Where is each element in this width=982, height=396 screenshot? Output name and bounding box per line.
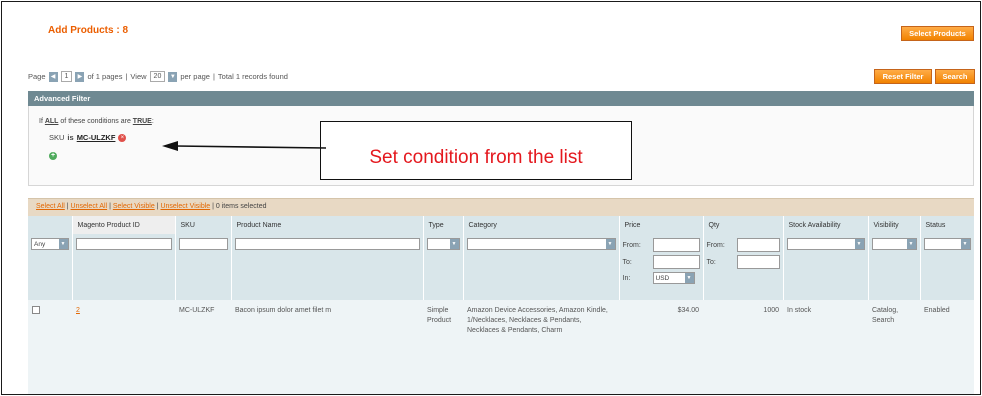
stock-filter-select[interactable]: ▼ [786,238,865,250]
column-header-visibility[interactable]: Visibility [868,216,921,234]
products-grid: Magento Product ID SKU Product Name Type… [28,216,975,394]
column-header-status[interactable]: Status [920,216,975,234]
of-pages-text: of 1 pages [87,72,123,81]
select-filter[interactable]: Any ▼ [31,238,69,250]
column-header-stock[interactable]: Stock Availability [783,216,869,234]
product-id-filter-input[interactable] [75,238,172,250]
total-records: Total 1 records found [217,72,288,81]
main-frame: Add Products : 8 Select Products Page ◀ … [1,1,981,395]
add-condition-icon[interactable]: + [49,152,57,160]
row-stock: In stock [783,300,868,394]
chevron-down-icon[interactable]: ▼ [58,239,68,249]
view-label: View [130,72,147,81]
column-header-select [28,216,73,234]
select-visible-link[interactable]: Select Visible [113,203,155,210]
grid-header-row: Magento Product ID SKU Product Name Type… [28,216,975,234]
condition-operator[interactable]: is [67,133,73,142]
row-product-name: Bacon ipsum dolor amet filet m [231,300,423,394]
chevron-down-icon[interactable]: ▼ [168,71,178,82]
condition-row: SKU is MC-ULZKF × [49,133,127,142]
per-page-select[interactable]: 20 [149,71,166,82]
visibility-filter-select[interactable]: ▼ [871,238,917,250]
column-header-category[interactable]: Category [463,216,620,234]
search-button[interactable]: Search [935,69,975,84]
reset-filter-button[interactable]: Reset Filter [874,69,932,84]
row-category: Amazon Device Accessories, Amazon Kindle… [463,300,619,394]
row-status: Enabled [920,300,974,394]
chevron-down-icon[interactable]: ▼ [605,239,615,249]
unselect-visible-link[interactable]: Unselect Visible [160,203,210,210]
per-page-text: per page [180,72,210,81]
column-header-product-name[interactable]: Product Name [231,216,424,234]
page-label: Page [28,72,46,81]
remove-condition-icon[interactable]: × [118,133,127,142]
row-checkbox[interactable] [32,306,40,314]
callout-text: Set condition from the list [369,146,583,168]
chevron-down-icon[interactable]: ▼ [854,239,864,249]
row-price: $34.00 [619,300,703,394]
table-row[interactable]: 2 MC-ULZKF Bacon ipsum dolor amet filet … [28,300,974,394]
column-header-qty[interactable]: Qty [703,216,784,234]
currency-select[interactable]: USD ▼ [652,272,695,284]
column-header-price[interactable]: Price [619,216,704,234]
select-products-button[interactable]: Select Products [901,26,974,41]
category-filter-select[interactable]: ▼ [466,238,616,250]
name-filter-input[interactable] [234,238,420,250]
chevron-down-icon[interactable]: ▼ [684,273,694,283]
pager: Page ◀ 1 ▶ of 1 pages | View 20 ▼ per pa… [28,71,288,82]
page-input[interactable]: 1 [60,71,73,82]
row-visibility: Catalog, Search [868,300,920,394]
row-product-id[interactable]: 2 [76,307,80,314]
next-page-icon[interactable]: ▶ [75,71,85,82]
grid-filter-row: Any ▼ ▼ ▼ From: To: In: USD ▼ From: To: … [28,234,975,300]
callout-arrow-icon [162,141,326,151]
chevron-down-icon[interactable]: ▼ [906,239,916,249]
type-filter-select[interactable]: ▼ [426,238,460,250]
select-all-link[interactable]: Select All [36,203,65,210]
page-title: Add Products : 8 [48,25,129,36]
aggregator-all-link[interactable]: ALL [45,118,59,125]
column-header-type[interactable]: Type [423,216,464,234]
prev-page-icon[interactable]: ◀ [48,71,58,82]
row-type: Simple Product [423,300,463,394]
condition-attribute: SKU [49,133,65,142]
price-to-input[interactable] [652,255,700,269]
unselect-all-link[interactable]: Unselect All [71,203,108,210]
advanced-filter-header[interactable]: Advanced Filter [28,91,974,106]
condition-aggregator: If ALL of these conditions are TRUE: [39,118,154,125]
massaction-bar: Select All | Unselect All | Select Visib… [28,198,974,216]
column-header-product-id[interactable]: Magento Product ID [72,216,176,234]
qty-from-input[interactable] [736,238,780,252]
row-qty: 1000 [703,300,783,394]
aggregator-true-link[interactable]: TRUE [133,118,152,125]
condition-value[interactable]: MC-ULZKF [77,133,116,142]
callout-box: Set condition from the list [320,121,632,180]
items-selected-count: 0 items selected [215,203,267,210]
status-filter-select[interactable]: ▼ [923,238,971,250]
price-range-filter: From: To: In: USD ▼ [623,238,700,284]
qty-range-filter: From: To: [707,238,780,269]
qty-to-input[interactable] [736,255,780,269]
sku-filter-input[interactable] [178,238,228,250]
column-header-sku[interactable]: SKU [175,216,232,234]
price-from-input[interactable] [652,238,700,252]
row-sku: MC-ULZKF [175,300,231,394]
chevron-down-icon[interactable]: ▼ [960,239,970,249]
chevron-down-icon[interactable]: ▼ [449,239,459,249]
